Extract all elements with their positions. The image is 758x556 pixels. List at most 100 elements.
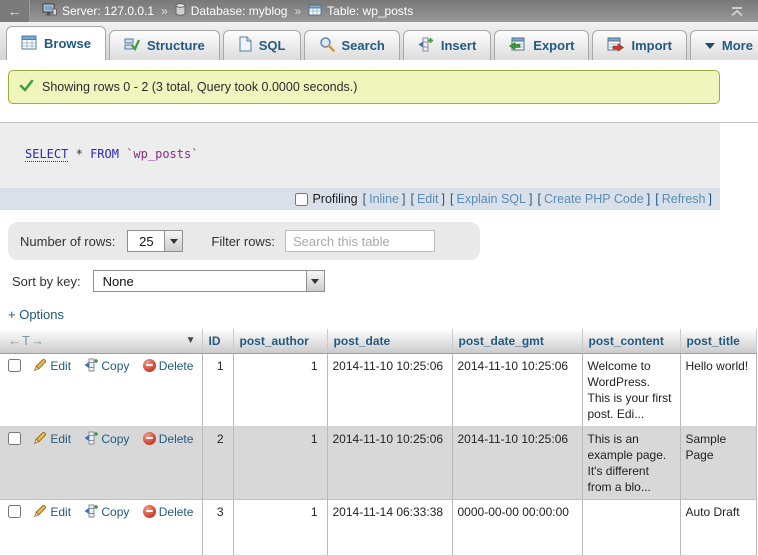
edit-label: Edit — [50, 359, 71, 373]
copy-row-link[interactable]: Copy — [84, 505, 129, 519]
breadcrumb-database[interactable]: Database: myblog — [175, 3, 288, 19]
query-links-bar: Profiling [Inline] [Edit] [Explain SQL] … — [0, 188, 720, 210]
edit-label: Edit — [50, 505, 71, 519]
sql-query-text: SELECT * FROM `wp_posts` — [0, 123, 720, 188]
tab-structure[interactable]: Structure — [109, 30, 220, 60]
edit-row-link[interactable]: Edit — [33, 359, 71, 373]
edit-query-link[interactable]: Edit — [417, 192, 439, 206]
sort-indicator-icon[interactable]: ▼ — [186, 335, 196, 346]
browse-icon — [21, 35, 37, 53]
cell-post-date-gmt: 0000-00-00 00:00:00 — [452, 499, 582, 555]
tab-more[interactable]: More — [690, 30, 758, 60]
column-header-post-title[interactable]: post_title — [680, 329, 756, 353]
bracket: ] — [402, 192, 405, 206]
tab-label: SQL — [259, 38, 286, 53]
copy-row-link[interactable]: Copy — [84, 359, 129, 373]
refresh-link[interactable]: Refresh — [662, 192, 706, 206]
profiling-toggle[interactable]: Profiling — [295, 192, 357, 206]
delete-row-link[interactable]: Delete — [143, 505, 194, 519]
breadcrumb-separator: » — [161, 4, 168, 18]
number-of-rows-label: Number of rows: — [20, 234, 115, 249]
column-header-post-date[interactable]: post_date — [327, 329, 452, 353]
export-icon — [509, 37, 526, 55]
delete-row-link[interactable]: Delete — [143, 359, 194, 373]
column-header-post-date-gmt[interactable]: post_date_gmt — [452, 329, 582, 353]
explain-sql-link[interactable]: Explain SQL — [456, 192, 525, 206]
cell-id: 2 — [202, 426, 233, 499]
copy-icon — [84, 504, 98, 518]
breadcrumb-server[interactable]: Server: 127.0.0.1 — [42, 3, 154, 19]
bracket: [ — [363, 192, 366, 206]
chevron-down-icon — [705, 43, 715, 49]
breadcrumb-separator: » — [294, 4, 301, 18]
sort-by-key-label: Sort by key: — [12, 274, 81, 289]
tab-sql[interactable]: SQL — [223, 30, 301, 60]
tab-browse[interactable]: Browse — [6, 26, 106, 60]
sort-row: Sort by key: None — [8, 270, 758, 292]
pencil-icon — [33, 504, 47, 518]
breadcrumb-table[interactable]: Table: wp_posts — [308, 4, 413, 19]
bracket: [ — [655, 192, 658, 206]
inline-link[interactable]: Inline — [369, 192, 399, 206]
cell-post-date: 2014-11-10 10:25:06 — [327, 426, 452, 499]
row-checkbox[interactable] — [8, 359, 21, 372]
tab-label: Browse — [44, 36, 91, 51]
bracket: [ — [537, 192, 540, 206]
import-icon — [607, 37, 624, 55]
edit-row-link[interactable]: Edit — [33, 432, 71, 446]
bracket: ] — [442, 192, 445, 206]
sql-keyword-from: FROM — [90, 147, 119, 161]
php-code-link-group: [Create PHP Code] — [537, 192, 650, 206]
tab-label: More — [722, 38, 753, 53]
breadcrumb-bar: ← Server: 127.0.0.1 » Database: myblog »… — [0, 0, 758, 22]
sql-keyword-select[interactable]: SELECT — [25, 147, 68, 162]
cell-post-title: Auto Draft — [680, 499, 756, 555]
table-row: Edit Copy Delete 3 1 2014-11-14 06:33:38… — [0, 499, 756, 555]
row-actions-cell: Edit Copy Delete — [0, 499, 202, 555]
row-checkbox[interactable] — [8, 432, 21, 445]
options-toggle-link[interactable]: + Options — [8, 307, 64, 322]
cell-post-title: Hello world! — [680, 353, 756, 426]
table-filter-input[interactable] — [285, 230, 435, 252]
profiling-checkbox[interactable] — [295, 193, 308, 206]
breadcrumb-database-label: Database: myblog — [191, 4, 288, 18]
row-checkbox[interactable] — [8, 505, 21, 518]
column-actions-icon[interactable]: ←T→ — [8, 333, 45, 348]
back-button[interactable]: ← — [0, 0, 30, 22]
copy-label: Copy — [101, 505, 129, 519]
table-icon — [308, 4, 322, 19]
delete-icon — [143, 359, 156, 372]
edit-link-group: [Edit] — [410, 192, 445, 206]
sort-key-select[interactable]: None — [93, 270, 325, 292]
edit-label: Edit — [50, 432, 71, 446]
collapse-icon[interactable] — [730, 6, 744, 17]
copy-row-link[interactable]: Copy — [84, 432, 129, 446]
column-header-post-content[interactable]: post_content — [582, 329, 680, 353]
rows-control-panel: Number of rows: 25 Filter rows: — [8, 222, 480, 260]
tab-search[interactable]: Search — [304, 30, 400, 60]
query-section: SELECT * FROM `wp_posts` Profiling [Inli… — [0, 122, 758, 210]
tab-label: Import — [631, 38, 671, 53]
success-check-icon — [19, 79, 34, 95]
tab-export[interactable]: Export — [494, 30, 589, 60]
sql-icon — [238, 36, 252, 55]
table-header-row: ←T→ ▼ ID post_author post_date post_date… — [0, 329, 756, 353]
explain-link-group: [Explain SQL] — [450, 192, 532, 206]
column-header-id[interactable]: ID — [202, 329, 233, 353]
cell-post-date: 2014-11-10 10:25:06 — [327, 353, 452, 426]
cell-post-author: 1 — [233, 353, 327, 426]
bracket: ] — [709, 192, 712, 206]
delete-row-link[interactable]: Delete — [143, 432, 194, 446]
search-icon — [319, 36, 335, 55]
create-php-code-link[interactable]: Create PHP Code — [544, 192, 644, 206]
edit-row-link[interactable]: Edit — [33, 505, 71, 519]
tab-label: Export — [533, 38, 574, 53]
delete-label: Delete — [159, 505, 194, 519]
tab-import[interactable]: Import — [592, 30, 686, 60]
tab-insert[interactable]: Insert — [403, 30, 491, 60]
rows-per-page-select[interactable]: 25 — [127, 230, 183, 252]
column-header-post-author[interactable]: post_author — [233, 329, 327, 353]
back-arrow-icon: ← — [8, 3, 22, 19]
tab-label: Insert — [441, 38, 476, 53]
pencil-icon — [33, 431, 47, 445]
